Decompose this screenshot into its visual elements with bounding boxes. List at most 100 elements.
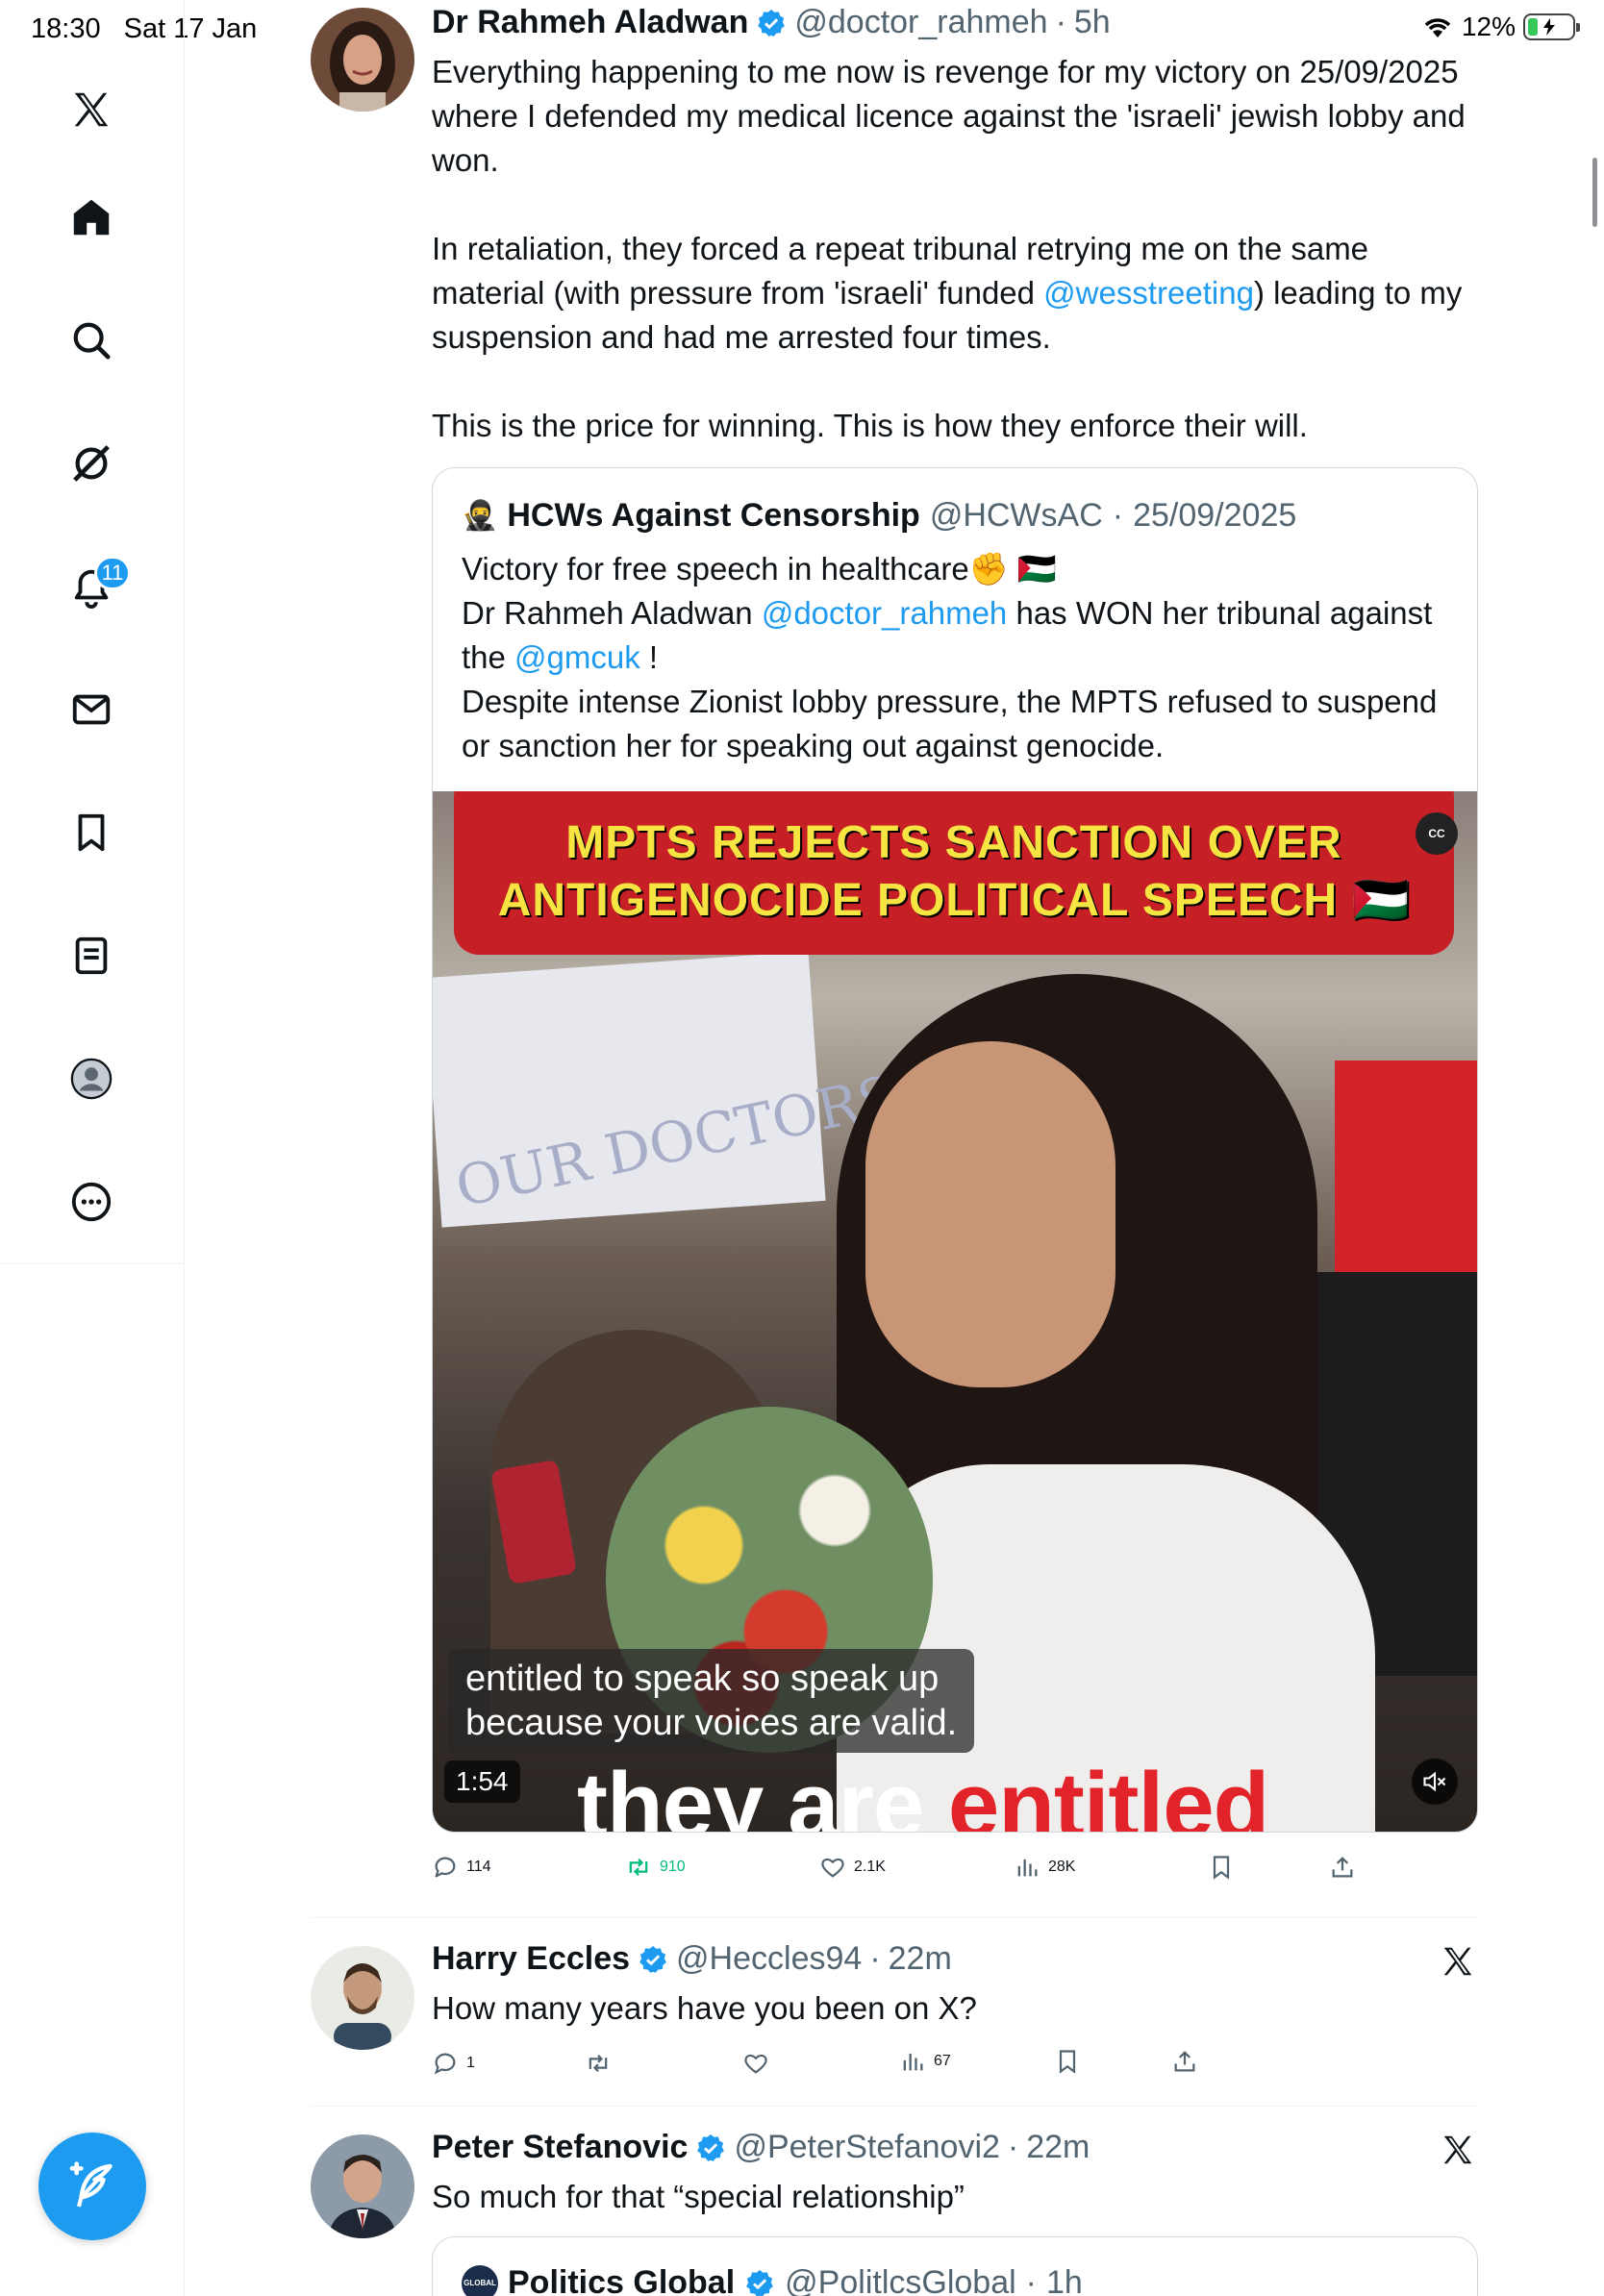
- share-icon: [1332, 1857, 1353, 1878]
- bookmark-button[interactable]: [1054, 2048, 1081, 2075]
- quoted-tweet[interactable]: 🥷 HCWs Against Censorship @HCWsAC · 25/0…: [432, 467, 1478, 1833]
- scrollbar-thumb[interactable]: [1592, 158, 1597, 227]
- sidebar-nav: 11: [0, 0, 185, 2296]
- x-logo-icon[interactable]: [63, 81, 120, 138]
- analytics-icon: [1017, 1859, 1038, 1877]
- views-button[interactable]: 28K: [1014, 1854, 1075, 1881]
- reply-button[interactable]: 114: [432, 1854, 491, 1881]
- wifi-icon: [1424, 18, 1451, 37]
- quoted-tweet-text: Victory for free speech in healthcare✊ 🇵…: [462, 547, 1452, 768]
- author-handle[interactable]: @PeterStefanovi2: [734, 2129, 999, 2166]
- x-logo-icon[interactable]: [1437, 2129, 1479, 2171]
- compose-button[interactable]: [38, 2133, 146, 2240]
- author-name[interactable]: Dr Rahmeh Aladwan: [432, 4, 748, 41]
- verified-badge-icon: [639, 1945, 666, 1973]
- quoted-line: Victory for free speech in healthcare✊ 🇵…: [462, 551, 1058, 586]
- grok-icon[interactable]: [63, 435, 120, 492]
- avatar-peter[interactable]: [311, 2134, 414, 2238]
- mention-link[interactable]: @doctor_rahmeh: [762, 595, 1007, 631]
- tweet-paragraph: In retaliation, they forced a repeat tri…: [432, 227, 1480, 360]
- quoted-tweet-header: GLOBAL Politics Global @PolitlcsGlobal ·…: [462, 2264, 1083, 2296]
- share-button[interactable]: [1329, 1854, 1356, 1881]
- reply-header: Harry Eccles @Heccles94 · 22m: [432, 1940, 952, 1978]
- mention-link[interactable]: @gmcuk: [514, 639, 640, 675]
- lists-icon[interactable]: [63, 927, 120, 985]
- reply-button[interactable]: 1: [432, 2050, 475, 2077]
- politics-global-logo: GLOBAL: [462, 2264, 498, 2296]
- more-icon[interactable]: [63, 1173, 120, 1231]
- separator-dot: ·: [1112, 497, 1124, 534]
- video-caption: entitled to speak so speak up because yo…: [448, 1649, 975, 1753]
- video-duration: 1:54: [444, 1760, 520, 1803]
- view-count: 67: [934, 2053, 951, 2069]
- reply-header: Peter Stefanovic @PeterStefanovi2 · 22m: [432, 2129, 1090, 2166]
- quoted-author-name: Politics Global: [508, 2264, 736, 2296]
- caption-line: entitled to speak so speak up: [465, 1659, 940, 1699]
- reply-count: 1: [466, 2055, 475, 2071]
- author-handle[interactable]: @doctor_rahmeh: [794, 4, 1047, 41]
- view-count: 28K: [1048, 1859, 1076, 1875]
- home-icon[interactable]: [63, 188, 120, 246]
- quoted-line: Despite intense Zionist lobby pressure, …: [462, 684, 1438, 763]
- bookmark-icon: [1059, 2050, 1076, 2074]
- reply-text: So much for that “special relationship”: [432, 2179, 965, 2214]
- separator-dot: ·: [1055, 4, 1066, 40]
- banner-line: ANTIGENOCIDE POLITICAL SPEECH 🇵🇸: [497, 875, 1411, 926]
- repost-count: 910: [660, 1859, 686, 1875]
- quoted-text-segment: !: [639, 639, 659, 675]
- avatar-rahmeh[interactable]: [311, 8, 414, 112]
- mute-button[interactable]: [1412, 1759, 1458, 1805]
- burned-text-white: they are: [577, 1754, 948, 1833]
- quoted-date: 25/09/2025: [1133, 497, 1297, 534]
- profile-icon[interactable]: [63, 1050, 120, 1108]
- repost-button[interactable]: 910: [625, 1854, 686, 1881]
- repost-icon: [629, 1859, 648, 1876]
- author-name[interactable]: Harry Eccles: [432, 1940, 630, 1978]
- quoted-tweet-header: 🥷 HCWs Against Censorship @HCWsAC · 25/0…: [462, 497, 1296, 535]
- reply-count: 114: [466, 1859, 491, 1875]
- quoted-avatar: 🥷: [462, 500, 498, 532]
- quoted-tweet[interactable]: GLOBAL Politics Global @PolitlcsGlobal ·…: [432, 2236, 1478, 2296]
- bookmarks-icon[interactable]: [63, 804, 120, 861]
- like-count: 2.1K: [854, 1859, 886, 1875]
- messages-icon[interactable]: [63, 681, 120, 738]
- search-icon[interactable]: [63, 312, 120, 369]
- views-button[interactable]: 67: [899, 2048, 951, 2075]
- like-button[interactable]: 2.1K: [819, 1854, 886, 1881]
- tweet-time[interactable]: 5h: [1074, 4, 1111, 41]
- heart-icon: [744, 2054, 767, 2074]
- verified-badge-icon: [746, 2269, 774, 2296]
- author-name[interactable]: Peter Stefanovic: [432, 2129, 688, 2166]
- avatar-harry[interactable]: [311, 1946, 414, 2050]
- bookmark-button[interactable]: [1208, 1854, 1235, 1881]
- compose-feather-icon: [69, 2161, 113, 2208]
- share-button[interactable]: [1171, 2048, 1198, 2075]
- heart-icon: [821, 1858, 844, 1878]
- battery-percent: 12%: [1461, 12, 1516, 41]
- closed-captions-button[interactable]: CC: [1416, 812, 1458, 855]
- bookmark-icon: [1213, 1856, 1230, 1880]
- mention-link[interactable]: @wesstreeting: [1043, 275, 1254, 311]
- analytics-icon: [903, 2053, 923, 2071]
- separator-dot: ·: [1007, 2129, 1019, 2165]
- x-logo-icon[interactable]: [1437, 1940, 1479, 1983]
- burned-text-red: entitled: [947, 1754, 1269, 1833]
- like-button[interactable]: [742, 2050, 769, 2077]
- speaker-muted-icon: [1423, 1771, 1446, 1792]
- reply-text: How many years have you been on X?: [432, 1990, 977, 2026]
- repost-button[interactable]: [585, 2050, 612, 2077]
- author-handle[interactable]: @Heccles94: [676, 1940, 862, 1978]
- tweet-time[interactable]: 22m: [889, 1940, 952, 1978]
- tweet-time[interactable]: 22m: [1026, 2129, 1090, 2166]
- quoted-text-segment: Dr Rahmeh Aladwan: [462, 595, 762, 631]
- speaker-face: [865, 1041, 1115, 1387]
- quoted-time: 1h: [1046, 2264, 1083, 2296]
- quoted-author-handle: @PolitlcsGlobal: [785, 2264, 1016, 2296]
- verified-badge-icon: [758, 9, 786, 37]
- separator-dot: ·: [869, 1940, 881, 1977]
- tweet-header: Dr Rahmeh Aladwan @doctor_rahmeh · 5h: [432, 4, 1111, 41]
- quoted-author-handle: @HCWsAC: [929, 497, 1103, 534]
- battery-charging-icon: [1523, 13, 1580, 40]
- video-player[interactable]: OUR DOCTORS MPTS REJECTS SANCTION OVER A…: [433, 791, 1477, 1833]
- share-icon: [1174, 2051, 1195, 2072]
